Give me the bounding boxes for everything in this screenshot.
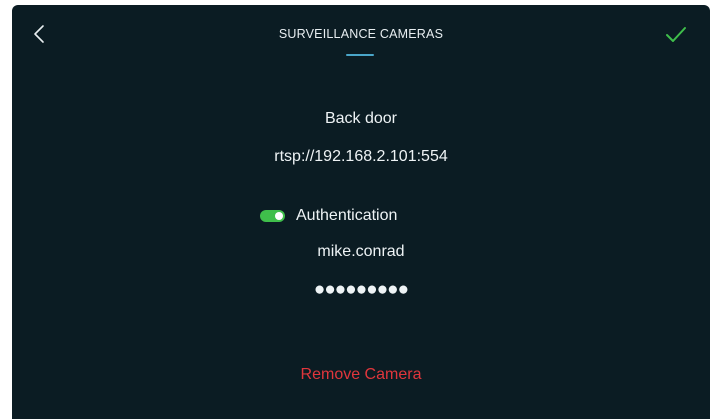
password-field[interactable]: ●●●●●●●●● — [12, 279, 710, 301]
authentication-toggle[interactable] — [260, 210, 285, 222]
remove-camera-button[interactable]: Remove Camera — [12, 366, 710, 384]
camera-url-field[interactable]: rtsp://192.168.2.101:554 — [12, 148, 710, 166]
title-underline — [346, 54, 374, 56]
username-field[interactable]: mike.conrad — [12, 243, 710, 261]
authentication-label: Authentication — [296, 207, 398, 224]
toggle-knob — [275, 212, 283, 220]
camera-settings-panel: SURVEILLANCE CAMERAS Back door rtsp://19… — [12, 5, 710, 419]
camera-name-field[interactable]: Back door — [12, 110, 710, 128]
confirm-button[interactable] — [664, 23, 688, 45]
checkmark-icon — [666, 27, 686, 42]
page-title: SURVEILLANCE CAMERAS — [278, 27, 444, 41]
authentication-row[interactable]: Authentication — [260, 206, 397, 226]
